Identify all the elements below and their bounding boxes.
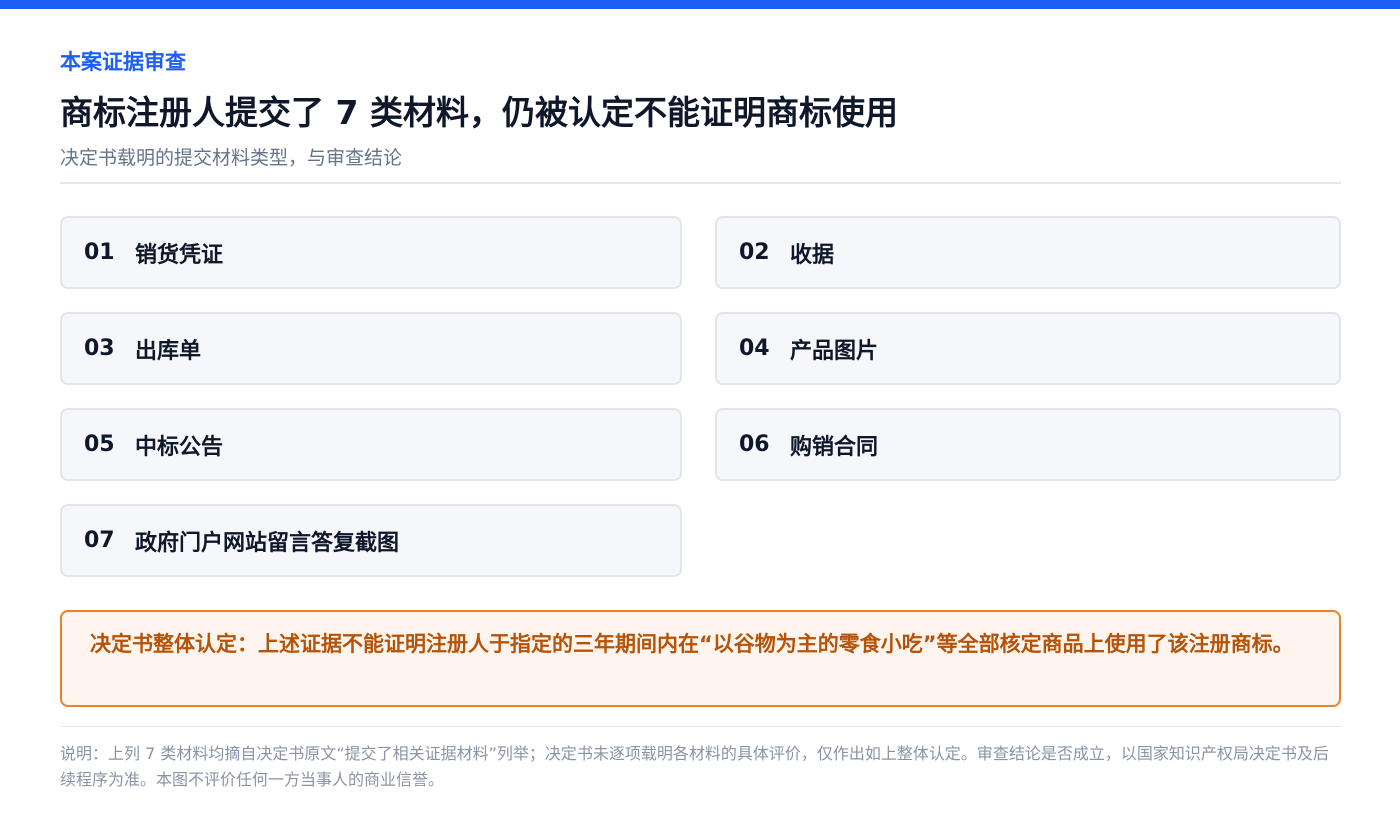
material-card-06: 06 购销合同	[715, 408, 1341, 481]
material-number: 03	[84, 336, 115, 361]
conclusion-callout: 决定书整体认定：上述证据不能证明注册人于指定的三年期间内在“以谷物为主的零食小吃…	[60, 610, 1341, 707]
material-card-04: 04 产品图片	[715, 312, 1341, 385]
footer-divider	[60, 726, 1341, 727]
material-label: 产品图片	[790, 338, 879, 364]
material-label: 收据	[790, 242, 835, 268]
top-accent-bar	[0, 0, 1400, 9]
page-title: 商标注册人提交了 7 类材料，仍被认定不能证明商标使用	[60, 93, 898, 132]
material-card-07: 07 政府门户网站留言答复截图	[60, 504, 682, 577]
material-number: 04	[739, 336, 770, 361]
section-eyebrow: 本案证据审查	[60, 50, 186, 74]
material-label: 出库单	[135, 338, 202, 364]
material-number: 01	[84, 240, 115, 265]
header-divider	[60, 182, 1341, 184]
material-card-02: 02 收据	[715, 216, 1341, 289]
footnote: 说明：上列 7 类材料均摘自决定书原文“提交了相关证据材料”列举；决定书未逐项载…	[60, 744, 1329, 789]
material-card-03: 03 出库单	[60, 312, 682, 385]
material-label: 销货凭证	[135, 242, 224, 268]
material-card-05: 05 中标公告	[60, 408, 682, 481]
material-number: 07	[84, 528, 115, 553]
material-card-01: 01 销货凭证	[60, 216, 682, 289]
material-label: 购销合同	[790, 434, 879, 460]
material-number: 05	[84, 432, 115, 457]
material-label: 中标公告	[135, 434, 224, 460]
material-number: 02	[739, 240, 770, 265]
material-number: 06	[739, 432, 770, 457]
page-subtitle: 决定书载明的提交材料类型，与审查结论	[60, 147, 403, 169]
material-label: 政府门户网站留言答复截图	[135, 530, 400, 556]
